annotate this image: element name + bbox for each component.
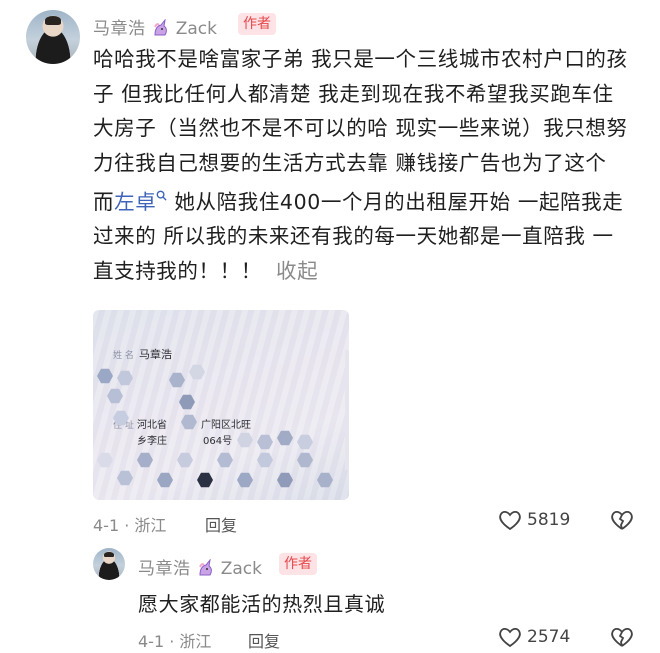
reply-avatar[interactable] — [93, 548, 125, 580]
heart-outline-icon[interactable] — [497, 625, 523, 653]
reply-text: 愿大家都能活的热烈且真诚 — [138, 592, 386, 616]
comment-meta: 4-1 · 浙江 — [93, 516, 167, 535]
reply-like-count: 2574 — [527, 627, 571, 647]
unicorn-icon — [196, 557, 216, 581]
name-value: 马章浩 — [139, 348, 172, 361]
address-line2-left: 乡李庄 — [137, 436, 167, 447]
broken-heart-icon[interactable] — [609, 625, 635, 653]
search-icon[interactable] — [156, 180, 167, 215]
name-label: 姓 名 — [113, 351, 134, 361]
reply-username[interactable]: 马章浩 — [138, 559, 191, 579]
comment-date: 4-1 — [93, 516, 120, 535]
mention-link[interactable]: 左卓 — [114, 190, 156, 214]
user-handle: Zack — [175, 19, 217, 39]
address-line2-right: 064号 — [203, 436, 233, 447]
reply-location: 浙江 — [179, 632, 212, 651]
author-badge: 作者 — [238, 13, 276, 35]
comment-text: 哈哈我不是啥富家子弟 我只是一个三线城市农村户口的孩子 但我比任何人都清楚 我走… — [93, 42, 633, 288]
reply-button[interactable]: 回复 — [205, 512, 237, 536]
id-card-photo[interactable]: 姓 名 马章浩 住 址 河北省 广阳区北旺 乡李庄 064号 — [93, 310, 349, 500]
comment-header: 马章浩 Zack — [93, 14, 217, 41]
reply-header: 马章浩 Zack — [138, 554, 262, 581]
comment-text-part2: 她从陪我住400一个月的出租屋开始 一起陪我走过来的 所以我的未来还有我的每一天… — [93, 189, 624, 283]
heart-outline-icon[interactable] — [497, 508, 523, 536]
avatar[interactable] — [26, 10, 80, 64]
reply-date: 4-1 — [138, 632, 165, 651]
reply-reply-button[interactable]: 回复 — [248, 628, 280, 652]
reply-handle: Zack — [220, 559, 262, 579]
unicorn-icon — [151, 17, 171, 41]
comment-location: 浙江 — [134, 516, 167, 535]
collapse-button[interactable]: 收起 — [276, 259, 318, 283]
reply-author-badge: 作者 — [279, 553, 317, 575]
like-count: 5819 — [527, 510, 571, 530]
username[interactable]: 马章浩 — [93, 19, 146, 39]
address-line1-left: 河北省 — [137, 420, 167, 431]
id-portrait — [345, 350, 349, 470]
reply-meta: 4-1 · 浙江 — [138, 632, 212, 651]
broken-heart-icon[interactable] — [609, 508, 635, 536]
address-line1-right: 广阳区北旺 — [201, 420, 251, 431]
comment-text-part1: 哈哈我不是啥富家子弟 我只是一个三线城市农村户口的孩子 但我比任何人都清楚 我走… — [93, 47, 628, 214]
